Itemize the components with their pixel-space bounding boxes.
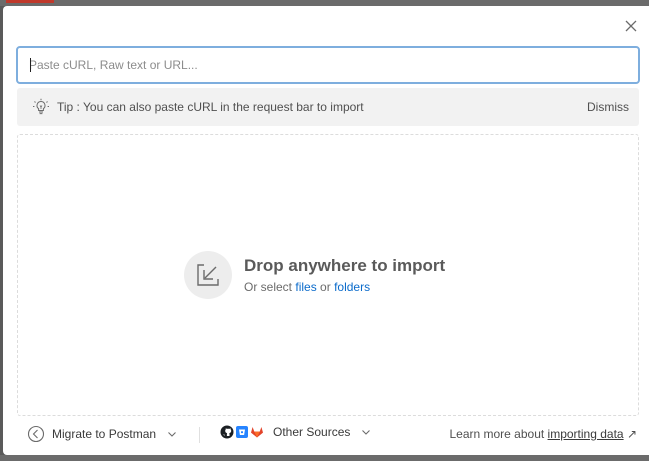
lightbulb-icon (31, 97, 51, 117)
import-arrow-icon (184, 251, 232, 299)
select-folders-link[interactable]: folders (334, 280, 370, 294)
other-sources-button[interactable]: Other Sources (220, 425, 371, 439)
tip-banner: Tip : You can also paste cURL in the req… (17, 88, 639, 126)
chevron-down-icon (362, 430, 371, 435)
import-dialog: Tip : You can also paste cURL in the req… (3, 6, 649, 455)
external-link-icon: ↗ (626, 427, 637, 441)
github-icon (220, 425, 234, 439)
close-icon (625, 20, 637, 32)
other-sources-label: Other Sources (273, 425, 351, 439)
learn-prefix: Learn more about (449, 427, 545, 441)
close-button[interactable] (623, 18, 639, 34)
drop-sub-prefix: Or select (244, 280, 293, 294)
learn-more: Learn more about importing data ↗ (449, 427, 637, 441)
importing-data-link[interactable]: importing data (548, 427, 624, 441)
tip-text: Tip : You can also paste cURL in the req… (57, 100, 364, 114)
drop-subtitle: Or select files or folders (244, 280, 445, 294)
bitbucket-icon (236, 426, 248, 438)
backdrop-accent (6, 0, 54, 3)
select-files-link[interactable]: files (295, 280, 316, 294)
footer-divider (199, 427, 200, 443)
drop-zone[interactable]: Drop anywhere to import Or select files … (17, 134, 639, 416)
backdrop-bottom (0, 455, 649, 461)
drop-prompt: Drop anywhere to import Or select files … (184, 251, 445, 299)
drop-title: Drop anywhere to import (244, 256, 446, 275)
drop-sub-or: or (320, 280, 331, 294)
text-caret (30, 58, 31, 72)
dismiss-button[interactable]: Dismiss (587, 100, 629, 114)
chevron-down-icon (168, 432, 176, 437)
import-input[interactable] (16, 46, 640, 84)
migrate-label: Migrate to Postman (52, 427, 157, 441)
migrate-icon (27, 425, 45, 443)
migrate-to-postman-button[interactable]: Migrate to Postman (27, 425, 177, 443)
gitlab-icon (251, 427, 263, 438)
dialog-footer: Migrate to Postman Other Sources Learn m… (3, 420, 649, 450)
